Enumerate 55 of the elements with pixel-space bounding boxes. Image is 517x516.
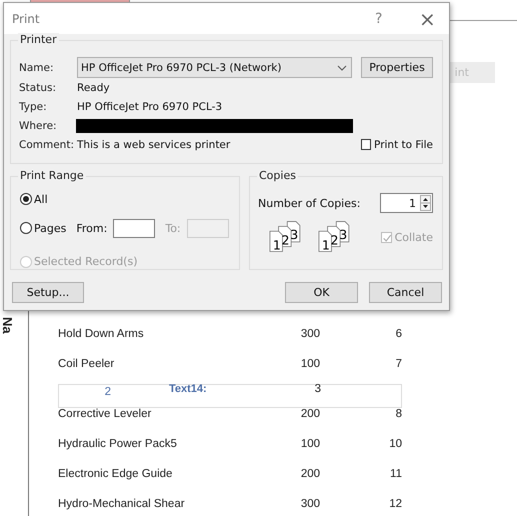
status-value: Ready: [77, 82, 111, 94]
field-label: To:: [165, 222, 181, 234]
collate-pages-drawing: 123: [268, 221, 314, 253]
field-label: Status:: [19, 82, 57, 94]
field-label: Where:: [19, 120, 58, 132]
table-cell-text: Hydraulic Power Pack5: [58, 438, 178, 450]
table-cell-text: 10: [388, 438, 402, 450]
radio-button[interactable]: [20, 193, 32, 205]
type-value: HP OfficeJet Pro 6970 PCL-3: [77, 100, 224, 112]
group-label: Printer: [18, 33, 59, 46]
checkbox-label[interactable]: Print to File: [374, 138, 433, 150]
group-label: Copies: [257, 169, 298, 182]
group-label: Text14:: [169, 383, 208, 395]
navigation-pane-label[interactable]: Na: [0, 317, 15, 334]
table-cell-text: 100: [300, 438, 320, 450]
field-label: Type:: [19, 100, 48, 112]
comment-value: This is a web services printer: [77, 138, 232, 150]
table-cell-text: 300: [300, 498, 320, 510]
table-cell-text: Hold Down Arms: [58, 328, 145, 340]
table-cell-text: Hydro-Mechanical Shear: [58, 498, 186, 510]
field-label: Number of Copies:: [258, 196, 360, 210]
ok-button[interactable]: OK: [285, 282, 358, 303]
from-field[interactable]: [113, 218, 156, 238]
setup-button[interactable]: Setup...: [12, 282, 84, 303]
copies-spinner[interactable]: 1: [380, 193, 433, 213]
radio-label[interactable]: All: [34, 192, 48, 206]
table-cell-text: Electronic Edge Guide: [58, 468, 174, 480]
table-cell-text: 200: [300, 408, 320, 420]
table-cell-text: 11: [389, 468, 402, 480]
field-label: Comment:: [19, 138, 75, 150]
group-number: 2: [104, 386, 111, 398]
checkbox[interactable]: [361, 139, 372, 150]
table-cell-text: 12: [388, 498, 402, 510]
group-label: Print Range: [18, 169, 86, 182]
group-value: 3: [314, 383, 321, 395]
collate-pages-drawing: 123: [317, 221, 364, 253]
table-cell-text: 300: [300, 328, 320, 340]
table-cell-text: Corrective Leveler: [58, 408, 152, 420]
table-cell-text: 8: [394, 408, 402, 420]
help-button[interactable]: ?: [375, 10, 387, 26]
dialog-title: Print: [12, 12, 41, 26]
table-cell-text: 100: [300, 358, 320, 370]
field-label: Name:: [19, 62, 55, 74]
cancel-button[interactable]: Cancel: [369, 282, 442, 303]
field-label: From:: [76, 222, 108, 234]
table-cell-text: 200: [300, 468, 320, 480]
close-button[interactable]: ×: [419, 8, 433, 28]
radio-label[interactable]: Pages: [34, 222, 66, 234]
radio-button[interactable]: [20, 222, 32, 234]
table-cell-text: 6: [394, 328, 402, 340]
table-cell-text: 7: [394, 358, 402, 370]
properties-button[interactable]: Properties: [361, 57, 433, 78]
chevron-icon: [337, 64, 347, 70]
printer-dropdown[interactable]: HP OfficeJet Pro 6970 PCL-3 (Network): [77, 57, 352, 78]
table-cell-text: Coil Peeler: [58, 358, 116, 370]
